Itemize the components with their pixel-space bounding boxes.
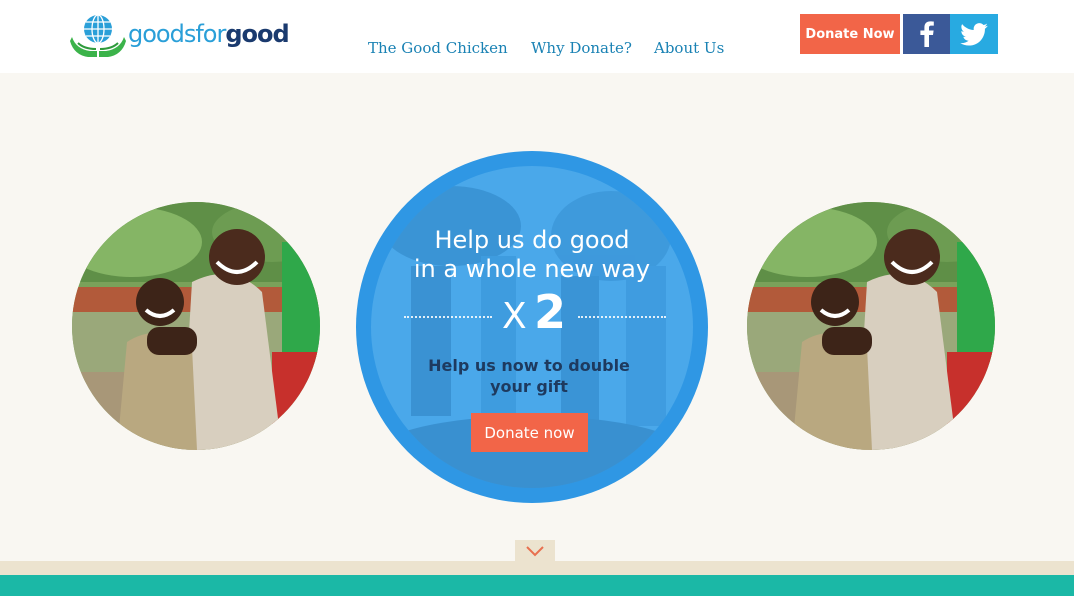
hero-donate-button[interactable]: Donate now [471, 413, 588, 452]
scroll-down-button[interactable] [515, 540, 555, 562]
children-photo-right [747, 202, 995, 450]
hero-title-line2: in a whole new way [413, 255, 651, 283]
hero-subtitle-line1: Help us now to double [428, 356, 630, 375]
site-header: goodsforgood The Good Chicken Why Donate… [0, 0, 1074, 73]
nav-item-about-us[interactable]: About Us [654, 39, 724, 57]
section-divider [0, 561, 1074, 575]
chevron-down-icon [526, 546, 544, 557]
nav-item-why-donate[interactable]: Why Donate? [531, 39, 632, 57]
children-photo-left [72, 202, 320, 450]
twitter-icon [960, 22, 988, 46]
facebook-button[interactable] [903, 14, 950, 54]
dotted-divider-right [578, 316, 666, 318]
multiplier-x: X [502, 296, 527, 337]
header-donate-button[interactable]: Donate Now [800, 14, 900, 54]
twitter-button[interactable] [950, 14, 998, 54]
dotted-divider-left [404, 316, 492, 318]
hero-subtitle-line2: your gift [490, 377, 568, 396]
gift-multiplier: X 2 [356, 285, 708, 345]
multiplier-number: 2 [534, 285, 567, 339]
next-section-band [0, 575, 1074, 596]
facebook-icon [919, 21, 934, 47]
hero-title: Help us do good in a whole new way [356, 226, 708, 284]
nav-item-the-good-chicken[interactable]: The Good Chicken [368, 39, 508, 57]
hero-subtitle: Help us now to double your gift [356, 355, 702, 397]
hero-title-line1: Help us do good [434, 226, 630, 254]
